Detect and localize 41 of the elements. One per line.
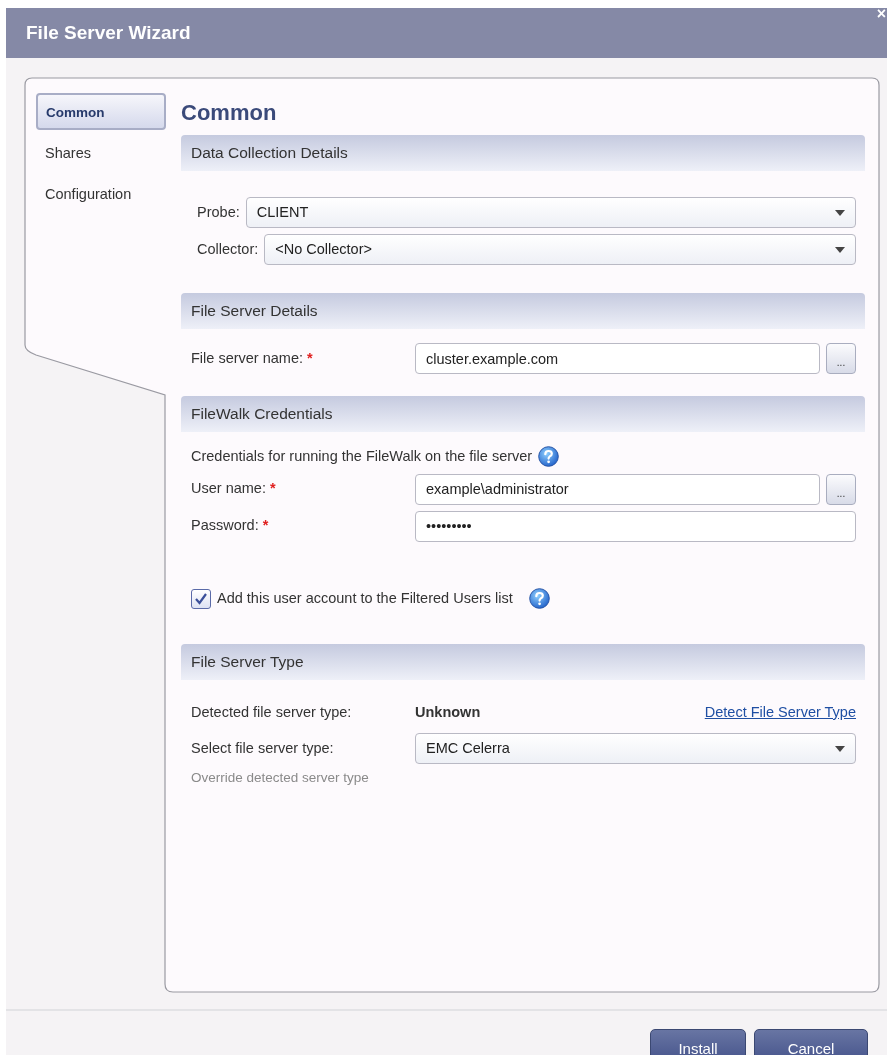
required-mark: * xyxy=(307,349,313,366)
field-label: Password: xyxy=(191,517,259,534)
field-label: File server name: xyxy=(191,349,303,366)
dropdown[interactable]: EMC Celerra xyxy=(415,733,856,765)
dialog-button[interactable]: Install xyxy=(650,1029,746,1055)
text-field[interactable]: ••••••••• xyxy=(415,510,856,542)
checkbox[interactable] xyxy=(191,588,211,609)
required-mark: * xyxy=(269,480,276,497)
nav-tab[interactable]: Configuration xyxy=(36,175,166,212)
browse-button[interactable]: ... xyxy=(826,473,856,505)
dropdown-value: CLIENT xyxy=(256,202,309,222)
section-header: Data Collection Details xyxy=(181,135,865,171)
text-field[interactable]: example\administrator xyxy=(415,473,820,505)
dropdown-value: EMC Celerra xyxy=(426,738,510,758)
window-title: File Server Wizard xyxy=(26,20,191,45)
section-header: FileWalk Credentials xyxy=(181,396,865,432)
field-label: User name: xyxy=(191,480,266,497)
dialog-button[interactable]: Cancel xyxy=(754,1029,868,1055)
dropdown-caret-icon xyxy=(835,745,845,752)
nav-tab[interactable]: Common xyxy=(36,93,166,130)
section-header: File Server Type xyxy=(181,643,865,680)
dropdown-caret-icon xyxy=(835,246,845,253)
browse-button[interactable]: ... xyxy=(826,343,856,374)
dropdown[interactable]: <No Collector> xyxy=(264,234,856,265)
detect-link[interactable]: Detect File Server Type xyxy=(704,701,856,724)
section-header: File Server Details xyxy=(181,293,865,329)
detected-value: Unknown xyxy=(415,702,481,722)
nav-tab[interactable]: Shares xyxy=(36,134,166,171)
field-label: Probe: xyxy=(197,202,240,222)
required-mark: * xyxy=(262,517,269,534)
checkbox-label: Add this user account to the Filtered Users list xyxy=(217,588,513,608)
field-label: Detected file server type: xyxy=(191,702,353,722)
hint-text: Override detected server type xyxy=(191,769,370,788)
dropdown-value: <No Collector> xyxy=(275,239,372,259)
description-text: Credentials for running the FileWalk on the file server xyxy=(191,447,533,466)
field-label: Collector: xyxy=(197,239,259,259)
text-field[interactable]: cluster.example.com xyxy=(415,343,820,374)
page-heading: Common xyxy=(181,99,278,127)
field-label: Select file server type: xyxy=(191,738,335,758)
dropdown[interactable]: CLIENT xyxy=(245,197,856,228)
dropdown-caret-icon xyxy=(835,209,845,216)
